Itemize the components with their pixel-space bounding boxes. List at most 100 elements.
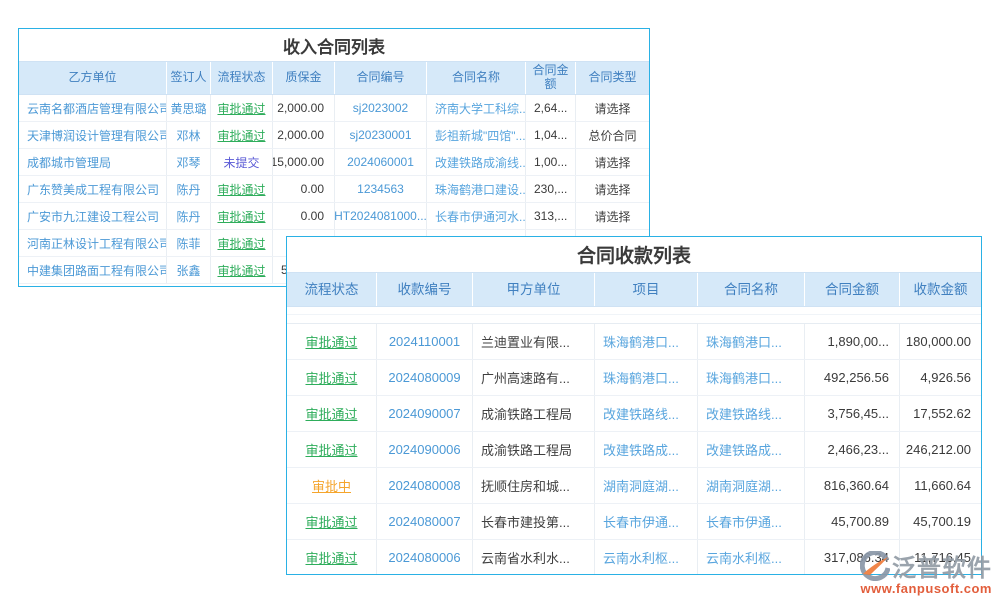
cell-contract-no[interactable]: sj20230001 bbox=[335, 122, 427, 148]
cell-signer[interactable]: 陈菲 bbox=[167, 230, 211, 256]
cell-contract-name[interactable]: 彭祖新城"四馆"... bbox=[427, 122, 526, 148]
cell-receipt-no[interactable]: 2024110001 bbox=[377, 324, 473, 359]
cell-signer[interactable]: 陈丹 bbox=[167, 203, 211, 229]
table-row: 审批通过2024090007成渝铁路工程局改建铁路线...改建铁路线...3,7… bbox=[287, 396, 981, 432]
table-row: 审批中2024080008抚顺住房和城...湖南洞庭湖...湖南洞庭湖...81… bbox=[287, 468, 981, 504]
cell-project[interactable]: 改建铁路线... bbox=[595, 396, 698, 431]
cell-status[interactable]: 审批通过 bbox=[211, 176, 273, 202]
table-row: 广安市九江建设工程公司陈丹审批通过0.00HT2024081000...长春市伊… bbox=[19, 203, 649, 230]
cell-status[interactable]: 审批通过 bbox=[287, 396, 377, 431]
table-row: 审批通过2024080009广州高速路有...珠海鹤港口...珠海鹤港口...4… bbox=[287, 360, 981, 396]
cell-contract-name[interactable]: 珠海鹤港口建设... bbox=[427, 176, 526, 202]
column-header: 合同金额 bbox=[526, 62, 576, 94]
cell-status[interactable]: 未提交 bbox=[211, 149, 273, 175]
cell-receipt-amount: 45,700.19 bbox=[900, 504, 981, 539]
cell-signer[interactable]: 陈丹 bbox=[167, 176, 211, 202]
cell-deposit: 2,000.00 bbox=[273, 122, 335, 148]
cell-contract-name[interactable]: 长春市伊通河水... bbox=[427, 203, 526, 229]
empty-filter-row bbox=[287, 307, 981, 315]
cell-receipt-amount: 246,212.00 bbox=[900, 432, 981, 467]
table-row: 云南名都酒店管理有限公司黄思璐审批通过2,000.00sj2023002济南大学… bbox=[19, 95, 649, 122]
column-header: 合同名称 bbox=[698, 273, 805, 306]
column-header: 流程状态 bbox=[211, 62, 273, 94]
cell-receipt-no[interactable]: 2024090006 bbox=[377, 432, 473, 467]
cell-contract-type[interactable]: 请选择 bbox=[576, 203, 649, 229]
cell-status[interactable]: 审批通过 bbox=[287, 504, 377, 539]
cell-contract-name[interactable]: 改建铁路线... bbox=[698, 396, 805, 431]
table-header-row: 流程状态收款编号甲方单位项目合同名称合同金额收款金额 bbox=[287, 272, 981, 307]
cell-company[interactable]: 中建集团路面工程有限公司 bbox=[19, 257, 167, 283]
cell-signer[interactable]: 邓林 bbox=[167, 122, 211, 148]
cell-contract-name[interactable]: 湖南洞庭湖... bbox=[698, 468, 805, 503]
cell-contract-name[interactable]: 济南大学工科综... bbox=[427, 95, 526, 121]
cell-project[interactable]: 长春市伊通... bbox=[595, 504, 698, 539]
cell-status[interactable]: 审批通过 bbox=[211, 230, 273, 256]
cell-status[interactable]: 审批通过 bbox=[287, 324, 377, 359]
cell-party-a: 抚顺住房和城... bbox=[473, 468, 595, 503]
cell-project[interactable]: 改建铁路成... bbox=[595, 432, 698, 467]
cell-contract-type[interactable]: 总价合同 bbox=[576, 122, 649, 148]
cell-status[interactable]: 审批通过 bbox=[211, 257, 273, 283]
cell-deposit: 0.00 bbox=[273, 176, 335, 202]
cell-status[interactable]: 审批通过 bbox=[287, 540, 377, 575]
cell-receipt-no[interactable]: 2024080006 bbox=[377, 540, 473, 575]
window-title: 收入合同列表 bbox=[19, 29, 649, 61]
cell-contract-type[interactable]: 请选择 bbox=[576, 95, 649, 121]
cell-contract-name[interactable]: 珠海鹤港口... bbox=[698, 360, 805, 395]
column-header: 质保金 bbox=[273, 62, 335, 94]
cell-contract-no[interactable]: 2024060001 bbox=[335, 149, 427, 175]
cell-amount: 1,04... bbox=[526, 122, 576, 148]
table-row: 审批通过2024110001兰迪置业有限...珠海鹤港口...珠海鹤港口...1… bbox=[287, 324, 981, 360]
cell-amount: 2,64... bbox=[526, 95, 576, 121]
cell-receipt-amount: 180,000.00 bbox=[900, 324, 981, 359]
cell-signer[interactable]: 张鑫 bbox=[167, 257, 211, 283]
cell-signer[interactable]: 黄思璐 bbox=[167, 95, 211, 121]
cell-company[interactable]: 天津博润设计管理有限公司 bbox=[19, 122, 167, 148]
cell-contract-amount: 2,466,23... bbox=[805, 432, 900, 467]
cell-amount: 313,... bbox=[526, 203, 576, 229]
table-body: 审批通过2024110001兰迪置业有限...珠海鹤港口...珠海鹤港口...1… bbox=[287, 324, 981, 575]
cell-project[interactable]: 珠海鹤港口... bbox=[595, 324, 698, 359]
cell-company[interactable]: 广东赞美成工程有限公司 bbox=[19, 176, 167, 202]
column-header: 签订人 bbox=[167, 62, 211, 94]
cell-project[interactable]: 湖南洞庭湖... bbox=[595, 468, 698, 503]
cell-status[interactable]: 审批通过 bbox=[211, 95, 273, 121]
cell-contract-no[interactable]: 1234563 bbox=[335, 176, 427, 202]
cell-company[interactable]: 云南名都酒店管理有限公司 bbox=[19, 95, 167, 121]
cell-status[interactable]: 审批中 bbox=[287, 468, 377, 503]
cell-company[interactable]: 成都城市管理局 bbox=[19, 149, 167, 175]
cell-company[interactable]: 河南正林设计工程有限公司 bbox=[19, 230, 167, 256]
table-row: 审批通过2024090006成渝铁路工程局改建铁路成...改建铁路成...2,4… bbox=[287, 432, 981, 468]
cell-contract-no[interactable]: sj2023002 bbox=[335, 95, 427, 121]
cell-status[interactable]: 审批通过 bbox=[211, 122, 273, 148]
cell-deposit: 15,000.00 bbox=[273, 149, 335, 175]
cell-contract-name[interactable]: 珠海鹤港口... bbox=[698, 324, 805, 359]
cell-contract-name[interactable]: 长春市伊通... bbox=[698, 504, 805, 539]
contract-receipt-list-window: 合同收款列表 流程状态收款编号甲方单位项目合同名称合同金额收款金额 审批通过20… bbox=[286, 236, 982, 575]
cell-receipt-no[interactable]: 2024090007 bbox=[377, 396, 473, 431]
cell-contract-name[interactable]: 改建铁路成... bbox=[698, 432, 805, 467]
table-row: 天津博润设计管理有限公司邓林审批通过2,000.00sj20230001彭祖新城… bbox=[19, 122, 649, 149]
cell-contract-name[interactable]: 云南水利枢... bbox=[698, 540, 805, 575]
cell-contract-no[interactable]: HT2024081000... bbox=[335, 203, 427, 229]
cell-project[interactable]: 珠海鹤港口... bbox=[595, 360, 698, 395]
empty-filter-row bbox=[287, 315, 981, 324]
column-header: 合同金额 bbox=[805, 273, 900, 306]
cell-party-a: 成渝铁路工程局 bbox=[473, 396, 595, 431]
cell-signer[interactable]: 邓琴 bbox=[167, 149, 211, 175]
cell-contract-name[interactable]: 改建铁路成渝线... bbox=[427, 149, 526, 175]
column-header: 合同名称 bbox=[427, 62, 526, 94]
cell-project[interactable]: 云南水利枢... bbox=[595, 540, 698, 575]
cell-receipt-no[interactable]: 2024080007 bbox=[377, 504, 473, 539]
cell-status[interactable]: 审批通过 bbox=[287, 360, 377, 395]
cell-receipt-amount: 11,660.64 bbox=[900, 468, 981, 503]
cell-receipt-no[interactable]: 2024080009 bbox=[377, 360, 473, 395]
cell-receipt-no[interactable]: 2024080008 bbox=[377, 468, 473, 503]
column-header: 合同类型 bbox=[576, 62, 649, 94]
cell-status[interactable]: 审批通过 bbox=[211, 203, 273, 229]
cell-company[interactable]: 广安市九江建设工程公司 bbox=[19, 203, 167, 229]
cell-party-a: 广州高速路有... bbox=[473, 360, 595, 395]
cell-status[interactable]: 审批通过 bbox=[287, 432, 377, 467]
cell-contract-type[interactable]: 请选择 bbox=[576, 176, 649, 202]
cell-contract-type[interactable]: 请选择 bbox=[576, 149, 649, 175]
